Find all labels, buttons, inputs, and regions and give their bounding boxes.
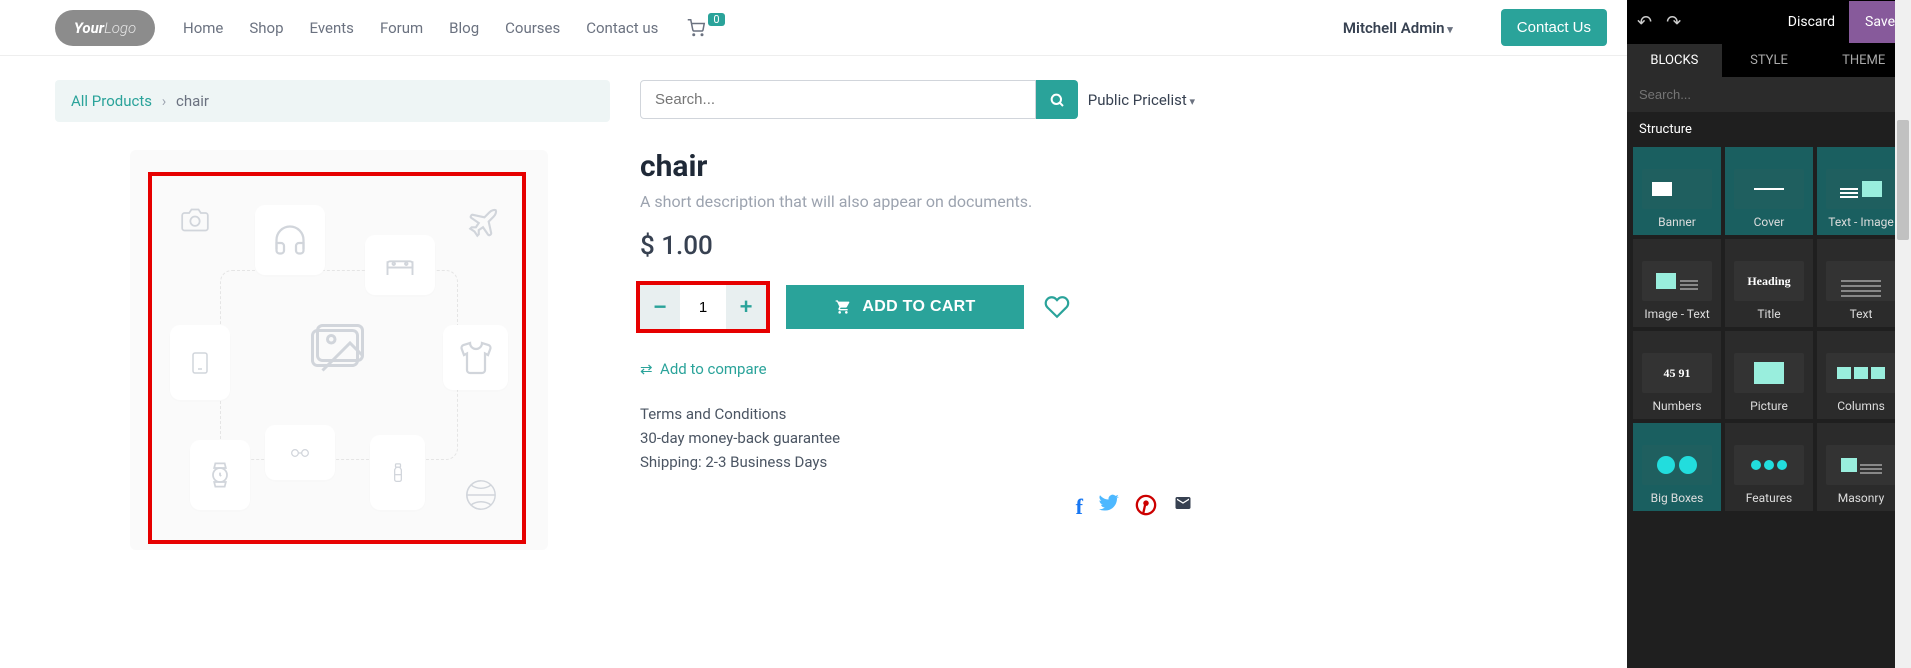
facebook-icon[interactable]: f [1076,494,1083,520]
tab-blocks[interactable]: BLOCKS [1627,44,1722,77]
pricelist-dropdown[interactable]: Public Pricelist [1088,91,1195,109]
block-cover[interactable]: Cover [1725,147,1813,235]
cart-count-badge: 0 [708,13,724,26]
nav-contact[interactable]: Contact us [586,19,658,37]
nav-courses[interactable]: Courses [505,19,560,37]
main-nav: Home Shop Events Forum Blog Courses Cont… [183,19,658,37]
wishlist-button[interactable] [1044,294,1070,320]
nav-home[interactable]: Home [183,19,223,37]
block-image-text[interactable]: Image - Text [1633,239,1721,327]
site-header: YourLogo Home Shop Events Forum Blog Cou… [0,0,1627,56]
product-description[interactable]: A short description that will also appea… [640,192,1195,211]
scrollbar-thumb[interactable] [1897,120,1909,240]
cart-icon [686,19,706,37]
discard-button[interactable]: Discard [1788,14,1835,30]
block-columns[interactable]: Columns [1817,331,1905,419]
search-icon [1049,92,1065,108]
breadcrumb-root[interactable]: All Products [71,92,152,110]
user-menu[interactable]: Mitchell Admin [1343,19,1453,37]
block-features[interactable]: Features [1725,423,1813,511]
cart-link[interactable]: 0 [686,19,724,37]
nav-blog[interactable]: Blog [449,19,479,37]
product-title: chair [640,149,1195,184]
search-button[interactable] [1036,80,1078,119]
product-price: $ 1.00 [640,231,1195,261]
mail-icon[interactable] [1171,494,1195,520]
breadcrumb-current: chair [176,92,209,110]
cart-icon [834,299,852,315]
nav-events[interactable]: Events [310,19,354,37]
pinterest-icon[interactable] [1135,494,1157,520]
add-to-compare-link[interactable]: ⇄ Add to compare [640,360,767,378]
heart-icon [1044,294,1070,320]
highlight-box-qty [636,281,770,333]
block-big-boxes[interactable]: Big Boxes [1633,423,1721,511]
nav-shop[interactable]: Shop [249,19,283,37]
page-scrollbar[interactable] [1895,0,1911,668]
highlight-box [148,172,526,544]
block-numbers[interactable]: 45 91 Numbers [1633,331,1721,419]
product-image-placeholder[interactable] [130,150,548,550]
nav-forum[interactable]: Forum [380,19,423,37]
block-title[interactable]: Heading Title [1725,239,1813,327]
share-buttons: f [640,494,1195,520]
section-structure: Structure [1627,112,1911,147]
tab-style[interactable]: STYLE [1722,44,1817,77]
breadcrumb: All Products › chair [55,80,610,122]
quantity-group: − + [640,285,766,329]
breadcrumb-separator: › [162,92,167,110]
add-to-cart-button[interactable]: ADD TO CART [786,285,1024,329]
block-picture[interactable]: Picture [1725,331,1813,419]
compare-icon: ⇄ [640,360,653,378]
redo-button[interactable]: ↷ [1666,12,1681,33]
search-input[interactable] [640,80,1036,119]
editor-sidebar: ↶ ↷ Discard Save BLOCKS STYLE THEME Stru… [1627,0,1911,668]
undo-button[interactable]: ↶ [1637,12,1652,33]
block-masonry[interactable]: Masonry [1817,423,1905,511]
block-banner[interactable]: Banner [1633,147,1721,235]
block-search-input[interactable] [1627,77,1911,112]
block-text-image[interactable]: Text - Image [1817,147,1905,235]
product-terms[interactable]: Terms and Conditions 30-day money-back g… [640,402,1195,474]
block-text[interactable]: Text [1817,239,1905,327]
twitter-icon[interactable] [1097,494,1121,520]
contact-us-button[interactable]: Contact Us [1501,9,1607,46]
site-logo[interactable]: YourLogo [55,10,155,46]
